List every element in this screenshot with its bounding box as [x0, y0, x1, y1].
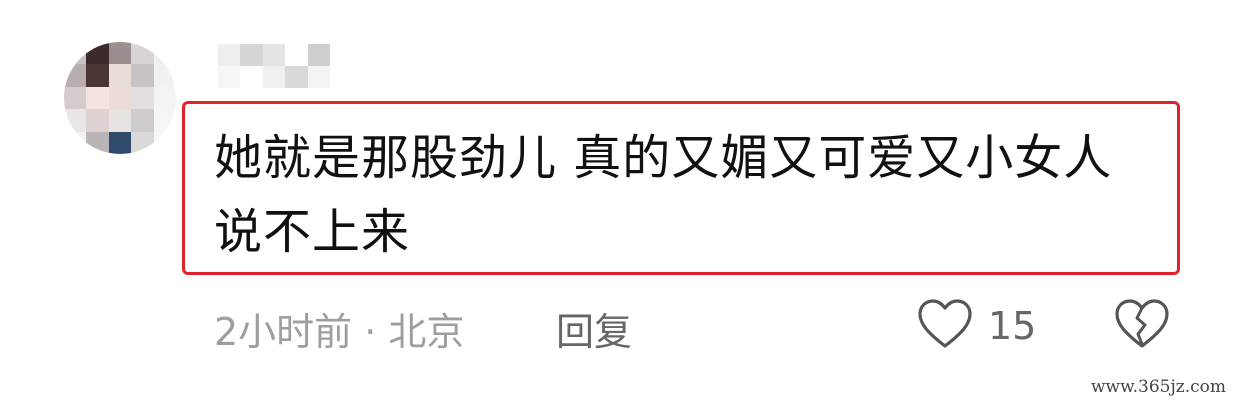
dislike-button[interactable]	[1112, 296, 1172, 356]
comment-text: 她就是那股劲儿 真的又媚又可爱又小女人 说不上来	[214, 121, 1174, 269]
username-blurred[interactable]	[218, 44, 330, 88]
heart-outline-icon	[916, 298, 974, 354]
like-count: 15	[988, 304, 1037, 348]
comment-time-location: 2小时前 · 北京	[214, 309, 465, 354]
broken-heart-icon	[1113, 298, 1171, 354]
like-button[interactable]: 15	[916, 296, 1036, 356]
watermark: www.365jz.com	[1091, 377, 1226, 397]
comment-text-line1: 她就是那股劲儿 真的又媚又可爱又小女人	[214, 130, 1113, 186]
reply-button[interactable]: 回复	[556, 298, 632, 358]
avatar[interactable]	[64, 42, 176, 154]
comment-text-line2: 说不上来	[214, 204, 411, 260]
